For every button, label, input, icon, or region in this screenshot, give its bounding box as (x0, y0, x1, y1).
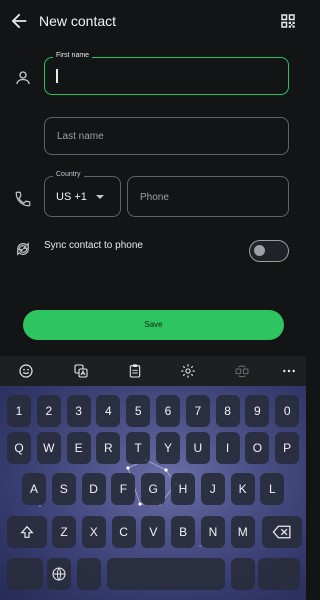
key-q[interactable]: Q (7, 432, 31, 464)
period-key[interactable] (231, 558, 255, 590)
key-8[interactable]: 8 (215, 395, 240, 427)
country-label: Country (53, 171, 84, 178)
key-u[interactable]: U (185, 432, 210, 464)
phone-icon (15, 191, 31, 207)
key-9[interactable]: 9 (245, 395, 270, 427)
country-value: US +1 (56, 191, 87, 203)
person-icon (16, 71, 30, 85)
key-v[interactable]: V (141, 516, 166, 548)
key-6[interactable]: 6 (156, 395, 180, 427)
swap-icon[interactable] (234, 363, 250, 379)
key-f[interactable]: F (111, 473, 136, 505)
key-c[interactable]: C (111, 516, 136, 548)
key-k[interactable]: K (230, 473, 255, 505)
symbols-key[interactable] (7, 558, 43, 590)
emoji-icon[interactable] (18, 363, 34, 379)
clipboard-icon[interactable] (127, 363, 143, 379)
keyboard-toolbar (0, 356, 306, 386)
key-0[interactable]: 0 (275, 395, 300, 427)
save-button[interactable]: Save (23, 310, 284, 340)
key-d[interactable]: D (81, 473, 106, 505)
shift-key[interactable] (7, 516, 47, 548)
key-p[interactable]: P (275, 432, 300, 464)
space-key[interactable] (107, 558, 225, 590)
key-s[interactable]: S (51, 473, 76, 505)
next-key[interactable] (258, 558, 300, 590)
key-w[interactable]: W (36, 432, 61, 464)
key-j[interactable]: J (200, 473, 225, 505)
key-n[interactable]: N (201, 516, 225, 548)
shift-icon (20, 525, 34, 538)
chevron-down-icon (96, 195, 104, 199)
contact-app: New contact First name Last name Country… (0, 0, 306, 356)
key-5[interactable]: 5 (126, 395, 151, 427)
sync-icon (17, 242, 29, 256)
key-m[interactable]: M (230, 516, 255, 548)
first-name-field[interactable]: First name (44, 52, 289, 95)
text-caret (56, 69, 58, 83)
key-x[interactable]: X (81, 516, 106, 548)
hash-key[interactable] (77, 558, 101, 590)
key-h[interactable]: H (171, 473, 195, 505)
toggle-knob (254, 245, 265, 256)
last-name-field[interactable]: Last name (44, 117, 289, 155)
sync-contact-label: Sync contact to phone (44, 240, 143, 251)
globe-icon (52, 567, 66, 581)
key-y[interactable]: Y (156, 432, 180, 464)
key-b[interactable]: B (171, 516, 196, 548)
key-g[interactable]: G (141, 473, 166, 505)
text-translate-icon[interactable] (73, 363, 89, 379)
more-icon[interactable] (281, 363, 297, 379)
key-1[interactable]: 1 (7, 395, 31, 427)
key-e[interactable]: E (66, 432, 91, 464)
key-4[interactable]: 4 (96, 395, 121, 427)
key-3[interactable]: 3 (66, 395, 91, 427)
qr-code-icon[interactable] (279, 12, 297, 30)
key-z[interactable]: Z (52, 516, 76, 548)
phone-placeholder: Phone (140, 192, 169, 203)
sync-contact-toggle[interactable] (249, 240, 289, 262)
page-title: New contact (39, 13, 117, 29)
settings-icon[interactable] (180, 363, 196, 379)
back-arrow-icon[interactable] (8, 10, 30, 32)
key-7[interactable]: 7 (185, 395, 210, 427)
key-i[interactable]: I (215, 432, 240, 464)
backspace-key[interactable] (262, 516, 302, 548)
key-2[interactable]: 2 (36, 395, 61, 427)
key-o[interactable]: O (245, 432, 270, 464)
first-name-label: First name (53, 52, 93, 59)
key-r[interactable]: R (96, 432, 121, 464)
last-name-placeholder: Last name (57, 131, 104, 142)
phone-field[interactable]: Phone (127, 176, 289, 217)
top-app-bar: New contact (0, 0, 306, 44)
key-l[interactable]: L (260, 473, 285, 505)
keyboard: 1234567890 QWERTYUIOP ASDFGHJKL ZXCVBNM (0, 356, 306, 600)
backspace-icon (272, 525, 291, 539)
country-field[interactable]: Country US +1 (44, 171, 121, 217)
key-a[interactable]: A (22, 473, 46, 505)
language-key[interactable] (47, 558, 71, 590)
key-t[interactable]: T (126, 432, 151, 464)
